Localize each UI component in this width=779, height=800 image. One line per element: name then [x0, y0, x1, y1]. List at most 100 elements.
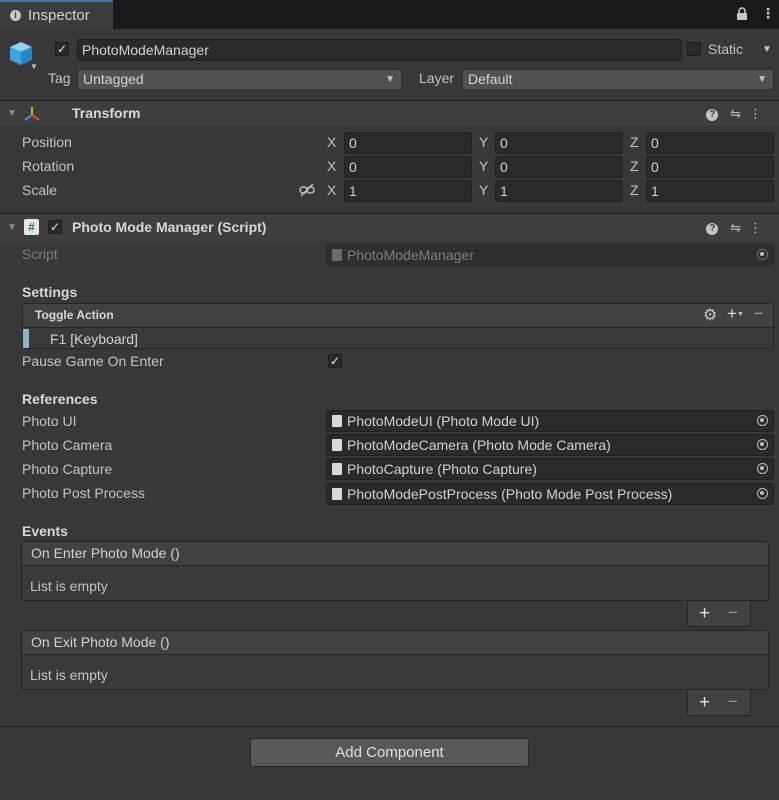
script-value: PhotoModeManager: [347, 247, 474, 263]
remove-listener-icon[interactable]: −: [728, 603, 738, 623]
tab-bar: [0, 0, 779, 29]
rotation-z-field[interactable]: 0: [646, 156, 774, 178]
script-component-header[interactable]: ▼ # ✓ Photo Mode Manager (Script) ? ⇋⋮: [0, 213, 779, 241]
script-file-icon: [332, 488, 342, 500]
settings-header: Settings: [22, 284, 78, 300]
remove-listener-icon[interactable]: −: [728, 692, 738, 712]
rotation-z-axis-label: Z: [630, 158, 639, 174]
tag-dropdown[interactable]: Untagged ▼: [77, 69, 402, 90]
position-z-field[interactable]: 0: [646, 132, 774, 154]
divider: [0, 726, 779, 727]
more-options-icon[interactable]: ⋮: [749, 106, 770, 121]
script-file-icon: [332, 439, 342, 451]
scale-x-field[interactable]: 1: [344, 180, 472, 202]
chevron-down-icon: ▼: [385, 74, 395, 85]
toggle-action-label: Toggle Action: [35, 308, 114, 322]
object-picker-icon[interactable]: [757, 415, 768, 426]
on-enter-event-box: On Enter Photo Mode () List is empty: [21, 541, 769, 601]
position-label: Position: [22, 134, 72, 150]
constrain-proportions-icon[interactable]: [299, 183, 315, 200]
more-options-icon[interactable]: ⋮: [761, 5, 775, 22]
static-dropdown-icon[interactable]: ▼: [762, 44, 772, 55]
photo-post-process-label: Photo Post Process: [22, 485, 145, 501]
object-picker-icon[interactable]: [757, 463, 768, 474]
script-object-field: PhotoModeManager: [326, 244, 774, 266]
layer-label: Layer: [419, 70, 455, 86]
rotation-y-axis-label: Y: [479, 158, 489, 174]
object-picker-icon: [757, 249, 768, 260]
scale-y-field[interactable]: 1: [495, 180, 623, 202]
help-icon[interactable]: ?: [706, 223, 719, 235]
rotation-x-field[interactable]: 0: [344, 156, 472, 178]
script-file-icon: [332, 249, 342, 261]
info-icon: i: [10, 10, 21, 21]
photo-camera-value: PhotoModeCamera (Photo Mode Camera): [347, 437, 611, 453]
on-enter-add-remove: + −: [687, 601, 751, 627]
layer-value: Default: [468, 71, 513, 87]
toggle-action-header: [23, 304, 773, 328]
scale-z-axis-label: Z: [630, 182, 639, 198]
photo-post-process-value: PhotoModePostProcess (Photo Mode Post Pr…: [347, 486, 673, 502]
pause-game-label: Pause Game On Enter: [22, 353, 164, 369]
scale-y-axis-label: Y: [479, 182, 489, 198]
more-options-icon[interactable]: ⋮: [749, 220, 770, 235]
icon-dropdown-arrow-icon[interactable]: ▼: [30, 62, 38, 71]
rotation-label: Rotation: [22, 158, 75, 174]
header-icons: ? ⇋⋮: [706, 220, 770, 236]
position-y-field[interactable]: 0: [495, 132, 623, 154]
add-listener-icon[interactable]: +: [699, 692, 710, 714]
binding-selected-bar: [23, 329, 29, 348]
static-checkbox[interactable]: [687, 42, 701, 56]
photo-post-process-field[interactable]: PhotoModePostProcess (Photo Mode Post Pr…: [326, 483, 774, 505]
script-enabled-checkbox[interactable]: ✓: [48, 220, 62, 234]
tag-value: Untagged: [83, 71, 144, 87]
presets-icon[interactable]: ⇋: [730, 220, 749, 235]
add-listener-icon[interactable]: +: [699, 603, 710, 625]
csharp-script-icon: #: [24, 219, 39, 235]
help-icon[interactable]: ?: [706, 109, 719, 121]
photo-capture-label: Photo Capture: [22, 461, 113, 477]
foldout-arrow-icon[interactable]: ▼: [7, 108, 17, 119]
active-checkbox[interactable]: ✓: [55, 42, 69, 56]
tab-inspector-label: Inspector: [28, 7, 90, 24]
photo-capture-value: PhotoCapture (Photo Capture): [347, 461, 537, 477]
script-label: Script: [22, 246, 58, 262]
pause-game-checkbox[interactable]: ✓: [328, 354, 342, 368]
tab-inspector[interactable]: i Inspector: [0, 0, 113, 29]
on-enter-empty-text: List is empty: [30, 578, 108, 594]
position-y-axis-label: Y: [479, 134, 489, 150]
position-x-field[interactable]: 0: [344, 132, 472, 154]
on-exit-event-title: On Exit Photo Mode (): [31, 634, 170, 650]
presets-icon[interactable]: ⇋: [730, 106, 749, 121]
gear-icon[interactable]: ⚙: [703, 305, 717, 325]
lock-icon[interactable]: [736, 7, 748, 23]
script-file-icon: [332, 463, 342, 475]
transform-title: Transform: [72, 105, 141, 121]
dropdown-arrow-icon[interactable]: ▼: [737, 311, 744, 318]
references-header: References: [22, 391, 98, 407]
scale-label: Scale: [22, 182, 58, 198]
remove-binding-icon[interactable]: −: [754, 304, 764, 324]
on-exit-empty-text: List is empty: [30, 667, 108, 683]
photo-ui-field[interactable]: PhotoModeUI (Photo Mode UI): [326, 410, 774, 432]
foldout-arrow-icon[interactable]: ▼: [7, 222, 17, 233]
photo-capture-field[interactable]: PhotoCapture (Photo Capture): [326, 458, 774, 480]
binding-item[interactable]: F1 [Keyboard]: [50, 331, 138, 347]
tag-label: Tag: [48, 70, 71, 86]
transform-header[interactable]: ▼ Transform ? ⇋⋮: [0, 100, 779, 126]
on-exit-event-box: On Exit Photo Mode () List is empty: [21, 630, 769, 690]
scale-z-field[interactable]: 1: [646, 180, 774, 202]
object-picker-icon[interactable]: [757, 439, 768, 450]
scale-x-axis-label: X: [327, 182, 337, 198]
object-name-field[interactable]: PhotoModeManager: [77, 39, 682, 61]
photo-camera-field[interactable]: PhotoModeCamera (Photo Mode Camera): [326, 434, 774, 456]
layer-dropdown[interactable]: Default ▼: [462, 69, 774, 90]
rotation-y-field[interactable]: 0: [495, 156, 623, 178]
script-component-title: Photo Mode Manager (Script): [72, 219, 267, 235]
position-x-axis-label: X: [327, 134, 337, 150]
object-picker-icon[interactable]: [757, 488, 768, 499]
add-binding-icon[interactable]: +: [727, 304, 737, 324]
photo-camera-label: Photo Camera: [22, 437, 113, 453]
events-header: Events: [22, 523, 68, 539]
add-component-button[interactable]: Add Component: [250, 738, 529, 767]
